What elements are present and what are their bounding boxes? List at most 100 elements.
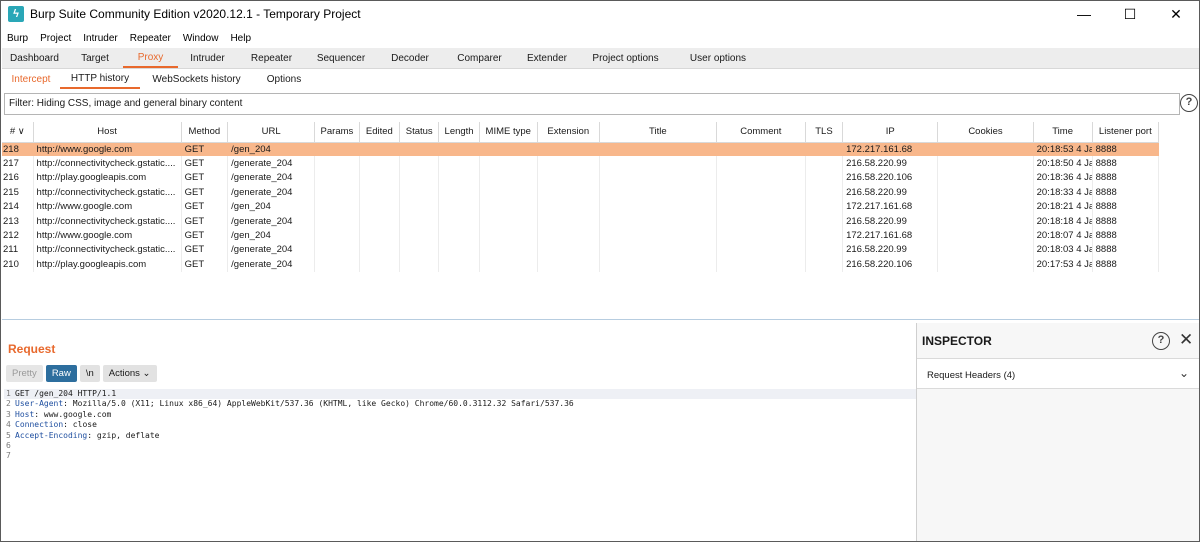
cell-host: http://www.google.com [33,199,182,214]
menu-window[interactable]: Window [177,33,225,44]
request-headers-section[interactable]: Request Headers (4) ⌄ [917,359,1199,389]
cell-time: 20:18:50 4 Jan... [1033,156,1093,171]
table-row[interactable]: 216 http://play.googleapis.com GET/generat… [2,170,1160,186]
cell-extension [537,228,600,243]
column-header-comment[interactable]: Comment [716,122,806,143]
column-header-cookies[interactable]: Cookies [937,122,1034,143]
cell-ip: 172.217.161.68 [842,228,939,243]
column-header-number[interactable]: # ∨ [2,122,34,143]
tab-sequencer[interactable]: Sequencer [306,48,376,68]
tab-target[interactable]: Target [67,48,123,68]
request-editor[interactable]: 1 GET /gen_204 HTTP/1.1 2 User-Agent: Mozil… [4,389,916,539]
column-header-method[interactable]: Method [181,122,229,143]
chevron-down-icon[interactable]: ⌄ [1179,366,1189,380]
table-row[interactable]: 217 http://connectivitycheck.gstatic.... G… [2,156,1160,171]
cell-params [314,185,360,200]
column-header-length[interactable]: Length [438,122,480,143]
line-number: 3 [6,409,11,419]
actions-button[interactable]: Actions ⌄ [102,365,157,382]
tab-proxy[interactable]: Proxy [123,48,178,68]
subtab-websockets-history[interactable]: WebSockets history [140,69,253,89]
cell-length [438,170,480,186]
tab-user-options[interactable]: User options [672,48,764,68]
menu-intruder[interactable]: Intruder [77,33,123,44]
subtab-options[interactable]: Options [253,69,315,89]
header-value: : close [63,420,97,430]
column-header-edited[interactable]: Edited [359,122,401,143]
table-row[interactable]: 210 http://play.googleapis.com GET/generat… [2,257,1160,272]
filter-bar[interactable]: Filter: Hiding CSS, image and general bi… [4,93,1180,115]
tab-project-options[interactable]: Project options [579,48,672,68]
table-row[interactable]: 218 http://www.google.com GET/gen_204 172.2… [2,142,1160,157]
cell-host: http://connectivitycheck.gstatic.... [33,242,182,258]
column-header-title[interactable]: Title [599,122,717,143]
cell-comment [716,213,806,229]
code-line: 1 GET /gen_204 HTTP/1.1 [4,389,916,400]
column-header-params[interactable]: Params [314,122,360,143]
code-line: 5 Accept-Encoding: gzip, deflate [4,431,916,441]
column-header-ip[interactable]: IP [842,122,939,143]
cell-url: /generate_204 [227,156,316,171]
tab-repeater[interactable]: Repeater [237,48,306,68]
menu-burp[interactable]: Burp [2,33,34,44]
cell-length [438,142,480,157]
tab-intruder[interactable]: Intruder [178,48,237,68]
raw-button[interactable]: Raw [45,365,77,382]
cell-status [399,257,440,272]
subtab-intercept[interactable]: Intercept [2,69,60,89]
column-header-tls[interactable]: TLS [805,122,844,143]
cell-edited [359,213,401,229]
cell-comment [716,242,806,258]
subtab-http-history[interactable]: HTTP history [60,69,140,89]
column-header-url[interactable]: URL [227,122,316,143]
column-header-listener-port[interactable]: Listener port [1092,122,1160,143]
column-header-host[interactable]: Host [33,122,182,143]
burp-window: ϟ Burp Suite Community Edition v2020.12.… [0,0,1200,542]
cell-ip: 216.58.220.106 [842,170,939,186]
line-number: 5 [6,430,11,440]
cell-mime-type [479,242,538,258]
tab-comparer[interactable]: Comparer [444,48,515,68]
close-button[interactable]: ✕ [1153,2,1199,26]
code-line: 4 Connection: close [4,420,916,430]
table-row[interactable]: 215 http://connectivitycheck.gstatic.... G… [2,185,1160,200]
cell-mime-type [479,156,538,171]
cell-listener-port: 8888 [1092,142,1160,157]
cell-extension [537,213,600,229]
cell-extension [537,199,600,214]
cell-url: /gen_204 [227,142,316,157]
cell-comment [716,142,806,157]
column-header-time[interactable]: Time [1033,122,1093,143]
table-row[interactable]: 214 http://www.google.com GET/gen_204 172.2… [2,199,1160,214]
maximize-button[interactable]: ☐ [1107,2,1153,26]
inspector-panel: INSPECTOR ? ✕ Request Headers (4) ⌄ [917,323,1199,541]
cell-ip: 172.217.161.68 [842,199,939,214]
cell-comment [716,170,806,186]
help-icon[interactable]: ? [1180,94,1198,112]
inspector-close-icon[interactable]: ✕ [1179,330,1193,350]
cell-host: http://play.googleapis.com [33,170,182,186]
cell-length [438,185,480,200]
tab-extender[interactable]: Extender [515,48,579,68]
cell-tls [805,142,844,157]
minimize-button[interactable]: — [1061,2,1107,26]
cell-status [399,142,440,157]
table-row[interactable]: 213 http://connectivitycheck.gstatic.... G… [2,213,1160,229]
pretty-button[interactable]: Pretty [6,365,43,382]
table-row[interactable]: 212 http://www.google.com GET/gen_204 172.2… [2,228,1160,243]
column-header-mime-type[interactable]: MIME type [479,122,538,143]
column-header-status[interactable]: Status [399,122,440,143]
menu-project[interactable]: Project [34,33,77,44]
column-header-extension[interactable]: Extension [537,122,600,143]
cell-ip: 216.58.220.99 [842,156,939,171]
tab-decoder[interactable]: Decoder [376,48,444,68]
newline-button[interactable]: \n [79,365,100,382]
inspector-help-icon[interactable]: ? [1152,332,1170,350]
request-title: Request [8,342,56,356]
cell-status [399,199,440,214]
menu-help[interactable]: Help [224,33,257,44]
tab-dashboard[interactable]: Dashboard [2,48,67,68]
table-row[interactable]: 211 http://connectivitycheck.gstatic.... G… [2,242,1160,258]
cell-listener-port: 8888 [1092,228,1160,243]
menu-repeater[interactable]: Repeater [124,33,177,44]
